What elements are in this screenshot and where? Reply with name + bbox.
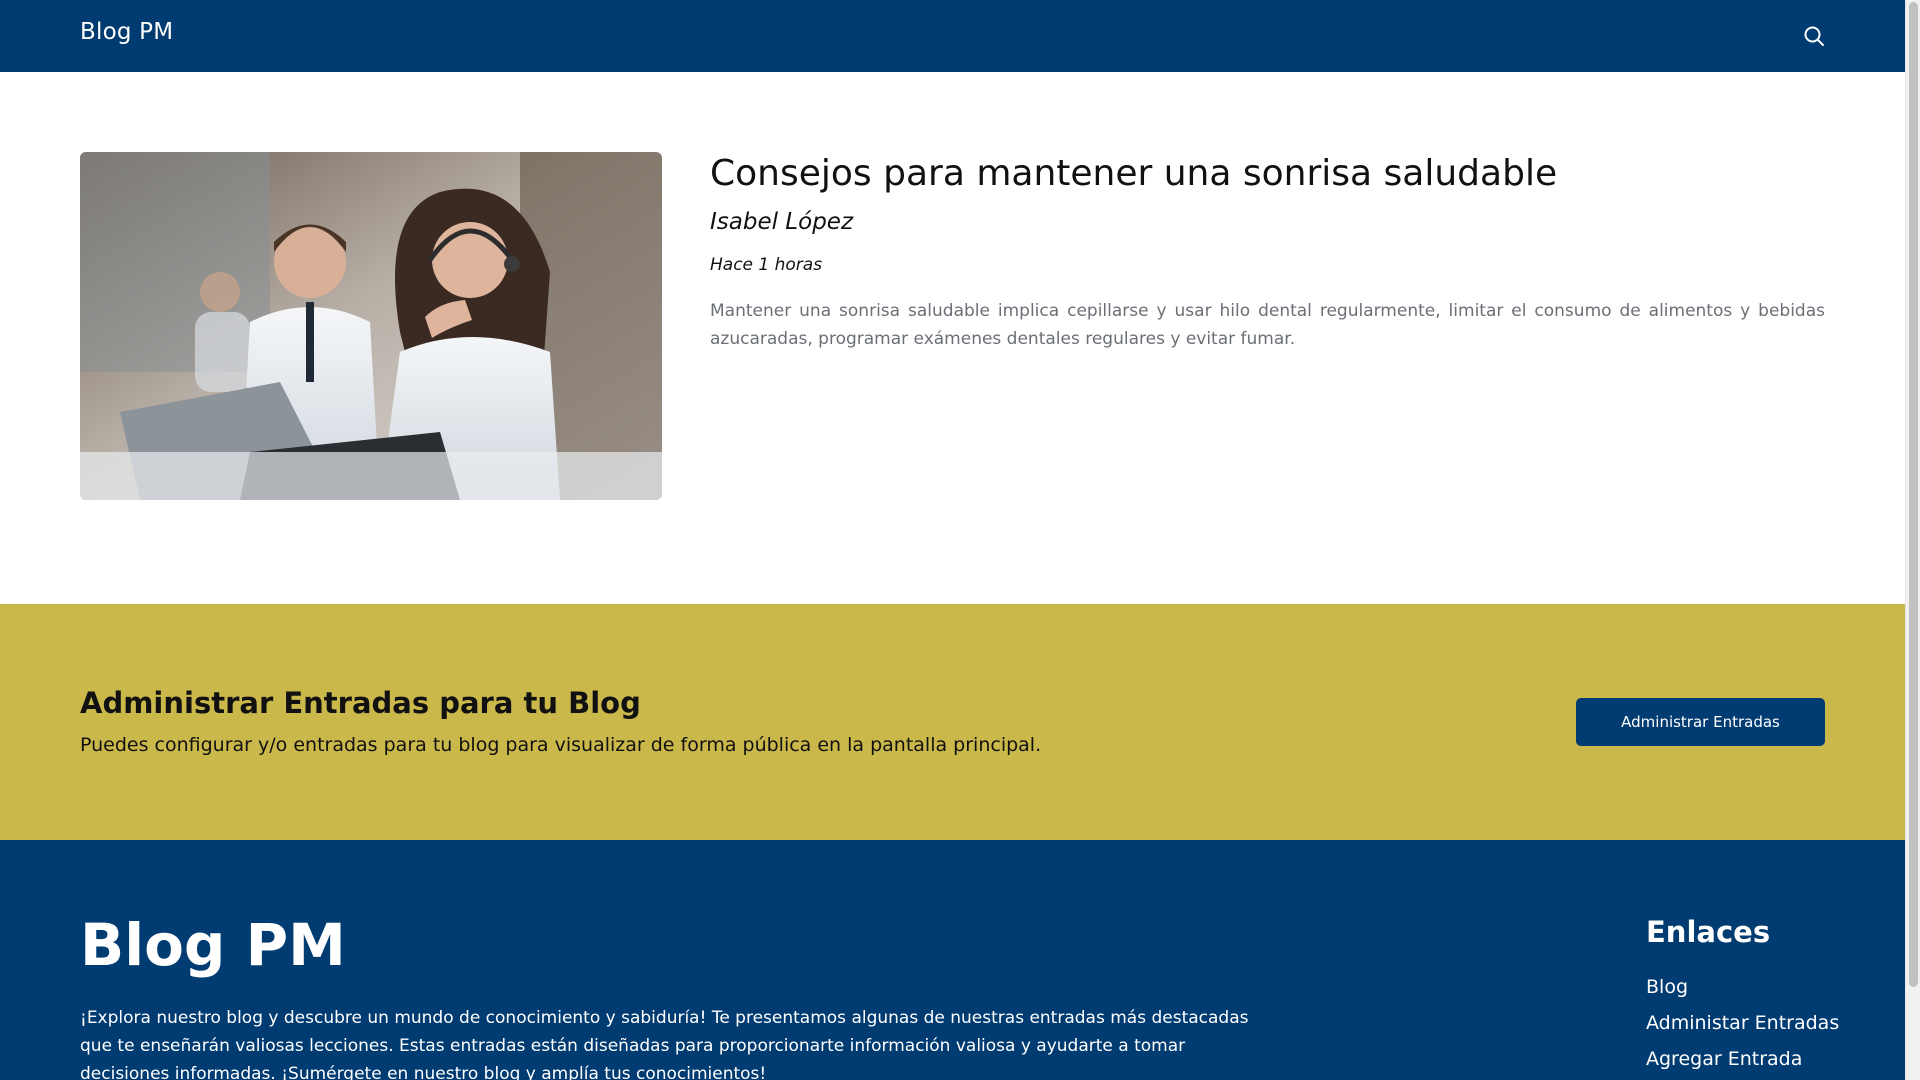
search-icon[interactable] — [1802, 24, 1826, 48]
footer-links-list: Blog Administar Entradas Agregar Entrada — [1646, 969, 1846, 1077]
manage-entries-button[interactable]: Administrar Entradas — [1576, 698, 1825, 746]
footer-links: Enlaces Blog Administar Entradas Agregar… — [1646, 918, 1846, 1077]
footer-description: ¡Explora nuestro blog y descubre un mund… — [80, 1008, 1249, 1080]
post-author: Isabel López — [710, 209, 854, 236]
footer-link-manage-entries[interactable]: Administar Entradas — [1646, 1005, 1846, 1041]
brand-logo-link[interactable]: Blog PM — [80, 19, 173, 45]
footer-link-add-entry[interactable]: Agregar Entrada — [1646, 1041, 1846, 1077]
footer: Blog PM ¡Explora nuestro blog y descubre… — [0, 840, 1905, 1080]
post-timestamp: Hace 1 horas — [710, 255, 823, 276]
admin-banner-title: Administrar Entradas para tu Blog — [80, 686, 641, 720]
post-body: Consejos para mantener una sonrisa salud… — [710, 152, 1825, 353]
footer-brand: Blog PM — [80, 911, 346, 979]
post-excerpt: Mantener una sonrisa saludable implica c… — [710, 301, 1825, 350]
page-scrollbar[interactable] — [1905, 0, 1920, 1080]
post-image[interactable] — [80, 152, 662, 500]
navbar: Blog PM — [0, 0, 1905, 72]
admin-banner-description: Puedes configurar y/o entradas para tu b… — [80, 734, 1042, 756]
post-title[interactable]: Consejos para mantener una sonrisa salud… — [710, 152, 1825, 195]
footer-link-blog[interactable]: Blog — [1646, 969, 1846, 1005]
page: Blog PM Consejos para mantener una sonri… — [0, 0, 1905, 1080]
footer-links-title: Enlaces — [1646, 915, 1771, 949]
post-card: Consejos para mantener una sonrisa salud… — [80, 152, 1825, 500]
scrollbar-thumb[interactable] — [1909, 2, 1918, 987]
admin-banner: Administrar Entradas para tu Blog Puedes… — [0, 604, 1905, 840]
